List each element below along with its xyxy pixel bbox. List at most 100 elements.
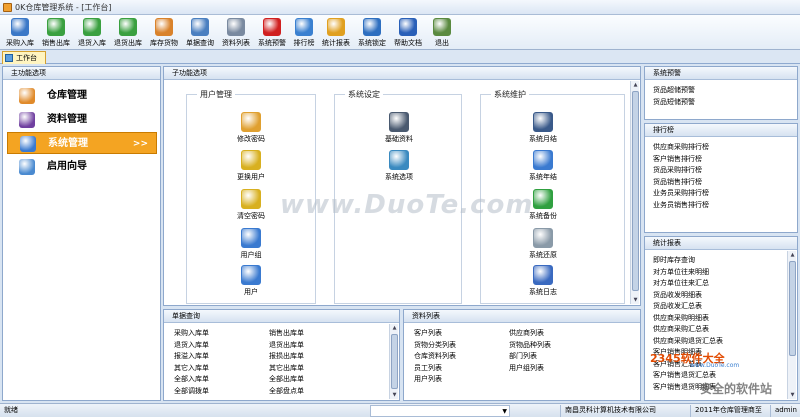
report-link[interactable]: 对方单位往来汇总	[653, 278, 723, 290]
sales-out-icon	[47, 18, 65, 36]
data-list-icon	[227, 18, 245, 36]
books-icon	[19, 112, 35, 128]
group-title: 系统设定	[345, 89, 383, 100]
data-list-link[interactable]: 客户列表	[414, 328, 456, 340]
document-query-panel: 单据查询 采购入库单 退货入库单 报溢入库单 其它入库单 全部入库单 全部调拨单 销售出库…	[163, 309, 400, 401]
expand-arrow-icon: >>	[132, 139, 148, 149]
data-list-link[interactable]: 部门列表	[509, 351, 551, 363]
report-link[interactable]: 货品收发汇总表	[653, 301, 723, 313]
report-scrollbar[interactable]: ▲ ▼	[787, 251, 796, 399]
document-query-link[interactable]: 销售出库单	[269, 328, 304, 340]
report-link[interactable]: 即时库存查询	[653, 255, 723, 267]
data-list-link[interactable]: 货物分类列表	[414, 340, 456, 352]
data-list-link[interactable]: 用户组列表	[509, 363, 551, 375]
document-query-scrollbar[interactable]: ▲ ▼	[389, 324, 398, 399]
tab-workbench[interactable]: 工作台	[2, 51, 46, 64]
data-list-link[interactable]: 用户列表	[414, 374, 456, 386]
toolbar-button-2[interactable]: 退货入库	[74, 15, 110, 50]
toolbar-button-5[interactable]: 单据查询	[182, 15, 218, 50]
report-panel: 统计报表 即时库存查询 对方单位往来明细 对方单位往来汇总 货品收发明细表 货品收发汇总…	[644, 236, 798, 401]
edit-password-icon	[241, 112, 261, 132]
data-list-link[interactable]: 员工列表	[414, 363, 456, 375]
ranking-header: 排行榜	[645, 124, 797, 137]
document-query-link[interactable]: 全部调拨单	[174, 386, 209, 398]
document-query-link[interactable]: 采购入库单	[174, 328, 209, 340]
gear-icon	[19, 159, 35, 175]
report-link[interactable]: 对方单位往来明细	[653, 267, 723, 279]
brand-watermark: 2345软件大全 www.DuoTe.com	[650, 350, 739, 369]
toolbar-button-12[interactable]: 退出	[424, 15, 460, 50]
warning-link[interactable]: 货品超储预警	[653, 85, 695, 97]
ranking-link[interactable]: 货品采购排行榜	[653, 165, 709, 177]
scroll-thumb[interactable]	[789, 261, 796, 356]
ranking-panel: 排行榜 供应商采购排行榜 客户销售排行榜 货品采购排行榜 货品销售排行榜 业务员采购排行…	[644, 123, 798, 233]
tab-strip: 工作台	[0, 50, 800, 64]
toolbar-button-9[interactable]: 统计报表	[318, 15, 354, 50]
app-icon	[3, 3, 12, 12]
subfunction-scrollbar[interactable]: ▲ ▼	[630, 81, 639, 304]
document-query-link[interactable]: 退货入库单	[174, 340, 209, 352]
monitor-icon	[20, 136, 36, 152]
system-warning-header: 系统预警	[645, 67, 797, 80]
document-query-link[interactable]: 报溢入库单	[174, 351, 209, 363]
report-link[interactable]: 货品收发明细表	[653, 290, 723, 302]
document-query-link[interactable]: 全部出库单	[269, 374, 304, 386]
toolbar-button-4[interactable]: 库存货物	[146, 15, 182, 50]
nav-item-3[interactable]: 启用向导	[7, 156, 157, 178]
toolbar-button-3[interactable]: 退货出库	[110, 15, 146, 50]
nav-item-1[interactable]: 资料管理	[7, 109, 157, 131]
group-title: 系统维护	[491, 89, 529, 100]
report-link[interactable]: 供应商采购退货汇总表	[653, 336, 723, 348]
status-input[interactable]: ▼	[370, 405, 510, 417]
toolbar-button-label: 退出	[435, 39, 449, 47]
toolbar-button-1[interactable]: 销售出库	[38, 15, 74, 50]
nav-item-label: 仓库管理	[47, 90, 87, 101]
scroll-thumb[interactable]	[391, 334, 398, 389]
scroll-thumb[interactable]	[632, 91, 639, 291]
key-icon	[241, 150, 261, 170]
ranking-link[interactable]: 客户销售排行榜	[653, 154, 709, 166]
nav-item-label: 启用向导	[47, 161, 87, 172]
subfunction-label: 用户组	[240, 251, 262, 259]
ranking-link[interactable]: 业务员销售排行榜	[653, 200, 709, 212]
nav-item-0[interactable]: 仓库管理	[7, 85, 157, 107]
toolbar-button-10[interactable]: 系统锁定	[354, 15, 390, 50]
nav-item-label: 资料管理	[47, 114, 87, 125]
document-query-link[interactable]: 全部盘点单	[269, 386, 304, 398]
document-query-link[interactable]: 报损出库单	[269, 351, 304, 363]
options-icon	[389, 150, 409, 170]
ranking-link[interactable]: 供应商采购排行榜	[653, 142, 709, 154]
main-function-panel: 主功能选项 仓库管理 资料管理 系统管理 >> 启用向导	[2, 66, 161, 401]
data-list-link[interactable]: 仓库资料列表	[414, 351, 456, 363]
subfunction-label: 系统年结	[529, 173, 557, 181]
ranking-link[interactable]: 业务员采购排行榜	[653, 188, 709, 200]
status-ready: 就绪	[4, 406, 18, 414]
subfunction-label: 系统月结	[529, 135, 557, 143]
key-clear-icon	[241, 189, 261, 209]
toolbar-button-6[interactable]: 资料列表	[218, 15, 254, 50]
window-title: 0K仓库管理系统 - [工作台]	[15, 3, 112, 12]
subfunction-panel: 子功能选项 用户管理 系统设定 系统维护 修改密码 更换用户 清空密码 用户组 用户 基础…	[163, 66, 641, 306]
subfunction-label: 系统还原	[529, 251, 557, 259]
document-query-link[interactable]: 其它入库单	[174, 363, 209, 375]
help-icon	[399, 18, 417, 36]
data-list-link[interactable]: 供应商列表	[509, 328, 551, 340]
document-query-header: 单据查询	[164, 310, 399, 323]
toolbar-button-0[interactable]: 采购入库	[2, 15, 38, 50]
warning-link[interactable]: 货品短储预警	[653, 97, 695, 109]
data-list-link[interactable]: 货物品种列表	[509, 340, 551, 352]
ranking-link[interactable]: 货品销售排行榜	[653, 177, 709, 189]
system-warning-panel: 系统预警 货品超储预警 货品短储预警	[644, 66, 798, 120]
nav-item-2[interactable]: 系统管理 >>	[7, 132, 157, 154]
report-link[interactable]: 供应商采购明细表	[653, 313, 723, 325]
user-group-icon	[241, 228, 261, 248]
subfunction-label: 修改密码	[237, 135, 265, 143]
brand-watermark-slogan: 安全的软件站	[700, 382, 773, 396]
purchase-in-icon	[11, 18, 29, 36]
document-query-link[interactable]: 退货出库单	[269, 340, 304, 352]
main-toolbar: 采购入库 销售出库 退货入库 退货出库 库存货物 单据查询 资料列表 系统预警 排行榜 统计报表系…	[0, 15, 800, 50]
report-link[interactable]: 供应商采购汇总表	[653, 324, 723, 336]
document-query-link[interactable]: 全部入库单	[174, 374, 209, 386]
document-query-link[interactable]: 其它出库单	[269, 363, 304, 375]
subfunction-header: 子功能选项	[164, 67, 640, 80]
